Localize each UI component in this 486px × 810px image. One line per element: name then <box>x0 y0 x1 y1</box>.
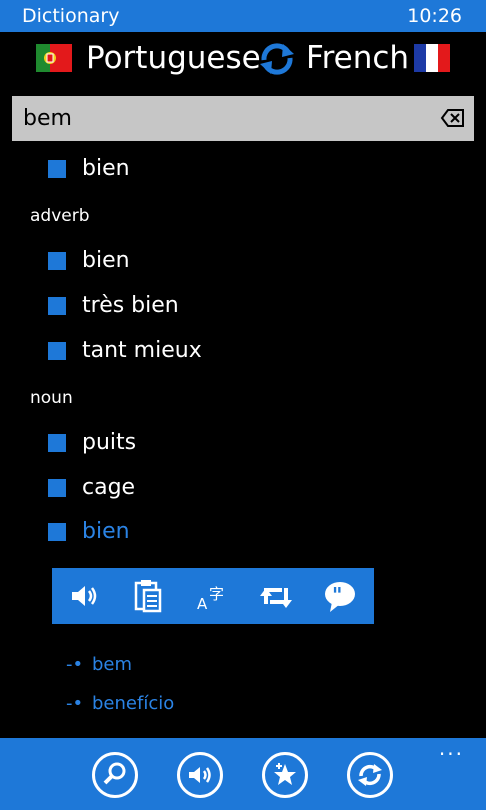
list-item[interactable]: bien <box>0 242 486 282</box>
translation-text: bien <box>82 248 130 273</box>
suggestion-link[interactable]: -• benefício <box>66 693 174 714</box>
dash-bullet-icon: -• <box>66 654 84 675</box>
status-bar: Dictionary 10:26 <box>0 0 486 32</box>
list-item[interactable]: très bien <box>0 287 486 327</box>
search-button[interactable] <box>92 752 138 798</box>
retweet-icon[interactable] <box>258 578 294 614</box>
speaker-icon <box>189 767 211 783</box>
search-box <box>12 96 474 141</box>
list-item[interactable]: puits <box>0 424 486 464</box>
app-bar: ... <box>0 736 486 810</box>
translation-text: cage <box>82 475 136 500</box>
svg-text:": " <box>332 583 342 607</box>
clock: 10:26 <box>407 5 462 27</box>
translation-text: tant mieux <box>82 338 202 363</box>
suggestion-link[interactable]: -• bem <box>66 654 132 675</box>
search-input[interactable] <box>12 96 432 141</box>
dash-bullet-icon: -• <box>66 693 84 714</box>
portugal-flag-icon[interactable] <box>36 44 72 72</box>
speak-button[interactable] <box>177 752 223 798</box>
translation-text: bien <box>82 156 130 181</box>
list-item[interactable]: bien <box>0 150 486 190</box>
bullet-square-icon <box>48 479 66 497</box>
backspace-icon[interactable] <box>440 107 466 129</box>
speaker-icon[interactable] <box>66 578 102 614</box>
svg-text:字: 字 <box>209 585 224 603</box>
swap-languages-icon[interactable] <box>256 38 298 80</box>
bullet-square-icon <box>48 160 66 178</box>
target-language[interactable]: French <box>306 40 409 76</box>
france-flag-icon[interactable] <box>414 44 450 72</box>
more-menu-button[interactable]: ... <box>439 736 464 760</box>
svg-text:A: A <box>197 595 208 613</box>
action-toolbar: A 字 " <box>52 568 374 624</box>
list-item-selected[interactable]: bien <box>0 513 486 553</box>
list-item[interactable]: cage <box>0 469 486 509</box>
part-of-speech-label: noun <box>30 388 73 408</box>
translate-icon[interactable]: A 字 <box>194 578 230 614</box>
source-language[interactable]: Portuguese <box>86 40 261 76</box>
translation-text: bien <box>82 519 130 544</box>
bullet-square-icon <box>48 434 66 452</box>
bullet-square-icon <box>48 523 66 541</box>
search-icon <box>103 762 126 785</box>
quote-icon[interactable]: " <box>322 578 358 614</box>
add-favorite-button[interactable] <box>262 752 308 798</box>
language-bar: Portuguese French <box>0 32 486 88</box>
translation-text: très bien <box>82 293 179 318</box>
translation-text: puits <box>82 430 137 455</box>
star-add-icon <box>274 763 296 785</box>
refresh-icon <box>358 764 382 786</box>
bullet-square-icon <box>48 342 66 360</box>
part-of-speech-label: adverb <box>30 206 90 226</box>
bullet-square-icon <box>48 297 66 315</box>
list-item[interactable]: tant mieux <box>0 332 486 372</box>
clipboard-icon[interactable] <box>130 578 166 614</box>
bullet-square-icon <box>48 252 66 270</box>
suggestion-text: benefício <box>92 693 175 714</box>
app-title: Dictionary <box>22 5 120 27</box>
refresh-button[interactable] <box>347 752 393 798</box>
suggestion-text: bem <box>92 654 133 675</box>
